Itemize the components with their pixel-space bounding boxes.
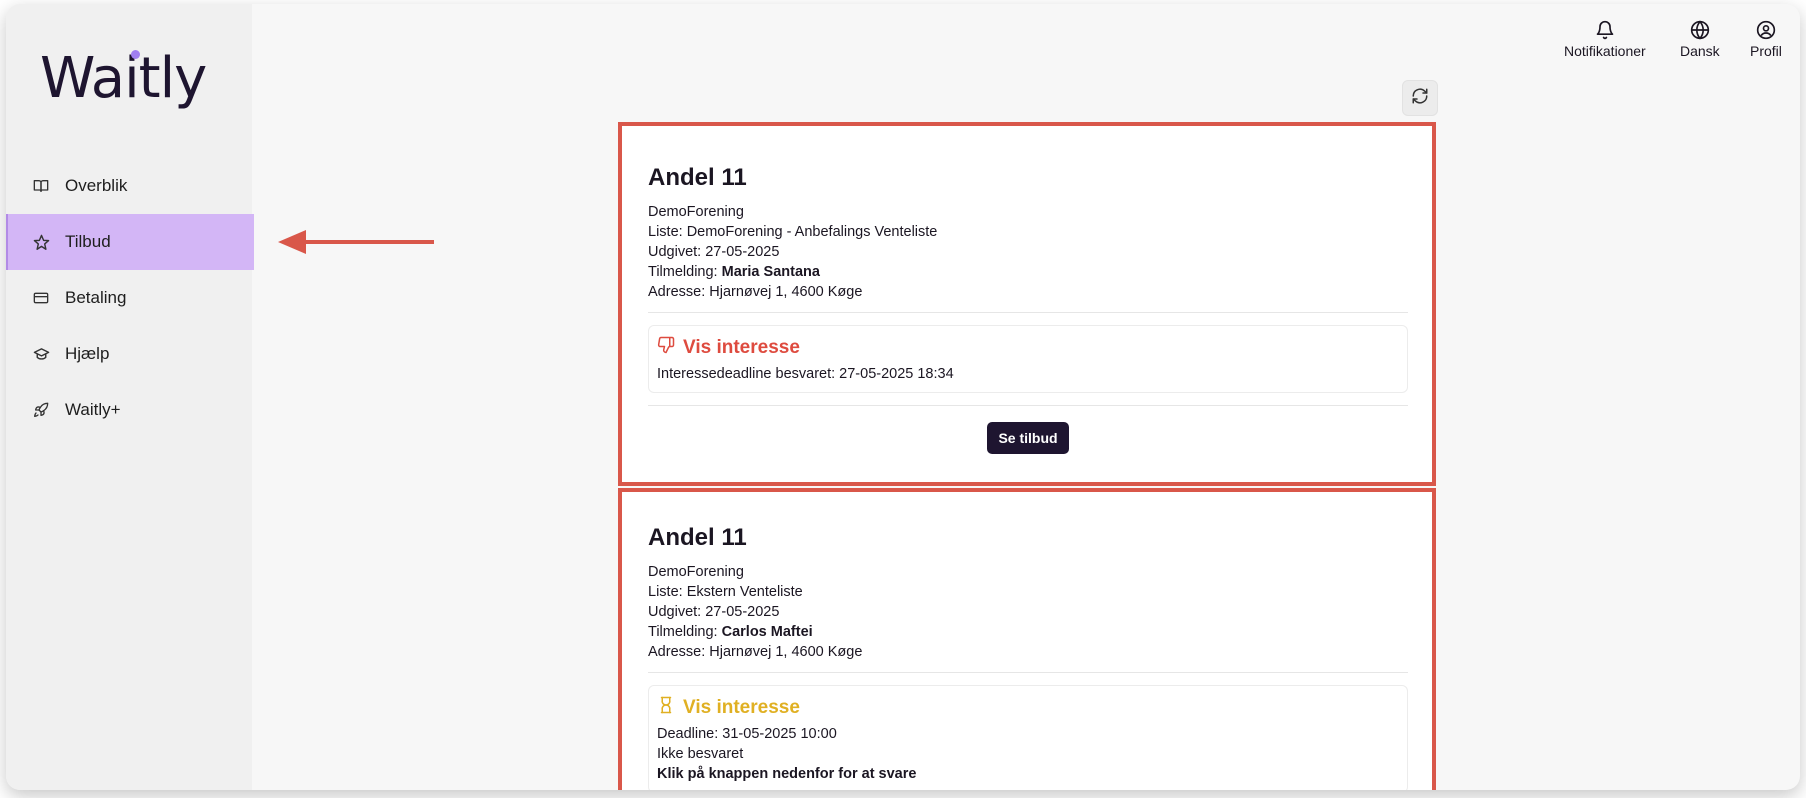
sidebar-item-label: Hjælp xyxy=(65,344,110,363)
language-button[interactable]: Dansk xyxy=(1680,20,1720,59)
interest-status-heading: Vis interesse xyxy=(657,696,1399,720)
profile-button[interactable]: Profil xyxy=(1750,20,1782,59)
offer-title: Andel 11 xyxy=(648,164,747,191)
interest-status-box: Vis interesse Interessedeadline besvaret… xyxy=(648,325,1408,393)
sidebar-item-tilbud[interactable]: Tilbud xyxy=(6,214,254,270)
interest-deadline-answered: Interessedeadline besvaret: 27-05-2025 1… xyxy=(657,366,954,382)
thumbs-down-icon xyxy=(657,336,683,360)
notifications-label: Notifikationer xyxy=(1564,43,1646,59)
sidebar-item-label: Waitly+ xyxy=(65,400,121,419)
sidebar-item-betaling[interactable]: Betaling xyxy=(6,270,252,326)
sidebar: Waitly Overblik Tilbud Betaling Hjælp Wa… xyxy=(6,4,254,790)
logo-dot xyxy=(131,50,140,59)
offer-address: Adresse: Hjarnøvej 1, 4600 Køge xyxy=(648,644,863,660)
interest-status-heading: Vis interesse xyxy=(657,336,1399,360)
sidebar-item-label: Tilbud xyxy=(65,232,111,251)
credit-card-icon xyxy=(32,289,50,307)
divider xyxy=(648,672,1408,673)
sidebar-item-waitly-plus[interactable]: Waitly+ xyxy=(6,382,252,438)
star-icon xyxy=(32,233,50,251)
interest-instruction: Klik på knappen nedenfor for at svare xyxy=(657,766,917,782)
user-circle-icon xyxy=(1756,20,1776,40)
offer-registration: Tilmelding: Maria Santana xyxy=(648,264,820,280)
graduation-cap-icon xyxy=(32,345,50,363)
offer-registration: Tilmelding: Carlos Maftei xyxy=(648,624,813,640)
hourglass-icon xyxy=(657,696,683,720)
bell-icon xyxy=(1595,20,1615,40)
offer-organization: DemoForening xyxy=(648,204,744,220)
rocket-icon xyxy=(32,401,50,419)
offer-published: Udgivet: 27-05-2025 xyxy=(648,604,780,620)
sidebar-item-label: Overblik xyxy=(65,176,128,195)
language-label: Dansk xyxy=(1680,43,1720,59)
offer-published: Udgivet: 27-05-2025 xyxy=(648,244,780,260)
globe-icon xyxy=(1690,20,1710,40)
offer-title: Andel 11 xyxy=(648,524,747,551)
waitly-logo[interactable]: Waitly xyxy=(40,46,207,111)
offer-address: Adresse: Hjarnøvej 1, 4600 Køge xyxy=(648,284,863,300)
app-window: Waitly Overblik Tilbud Betaling Hjælp Wa… xyxy=(6,4,1800,790)
offer-organization: DemoForening xyxy=(648,564,744,580)
interest-deadline: Deadline: 31-05-2025 10:00 xyxy=(657,726,837,742)
offer-list: Liste: Ekstern Venteliste xyxy=(648,584,803,600)
sidebar-item-hjaelp[interactable]: Hjælp xyxy=(6,326,252,382)
sidebar-item-overblik[interactable]: Overblik xyxy=(6,158,252,214)
refresh-button[interactable] xyxy=(1402,80,1438,116)
offer-card: Andel 11 DemoForening Liste: DemoForenin… xyxy=(618,122,1436,486)
annotation-arrow xyxy=(278,230,434,254)
offer-card: Andel 11 DemoForening Liste: Ekstern Ven… xyxy=(618,488,1436,790)
interest-status-box: Vis interesse Deadline: 31-05-2025 10:00… xyxy=(648,685,1408,790)
sidebar-item-label: Betaling xyxy=(65,288,127,307)
interest-not-answered: Ikke besvaret xyxy=(657,746,744,762)
book-open-icon xyxy=(32,177,50,195)
divider xyxy=(648,405,1408,406)
offer-list: Liste: DemoForening - Anbefalings Ventel… xyxy=(648,224,938,240)
refresh-icon xyxy=(1411,87,1429,110)
notifications-button[interactable]: Notifikationer xyxy=(1564,20,1646,59)
see-offer-button[interactable]: Se tilbud xyxy=(987,422,1069,454)
profile-label: Profil xyxy=(1750,43,1782,59)
divider xyxy=(648,312,1408,313)
